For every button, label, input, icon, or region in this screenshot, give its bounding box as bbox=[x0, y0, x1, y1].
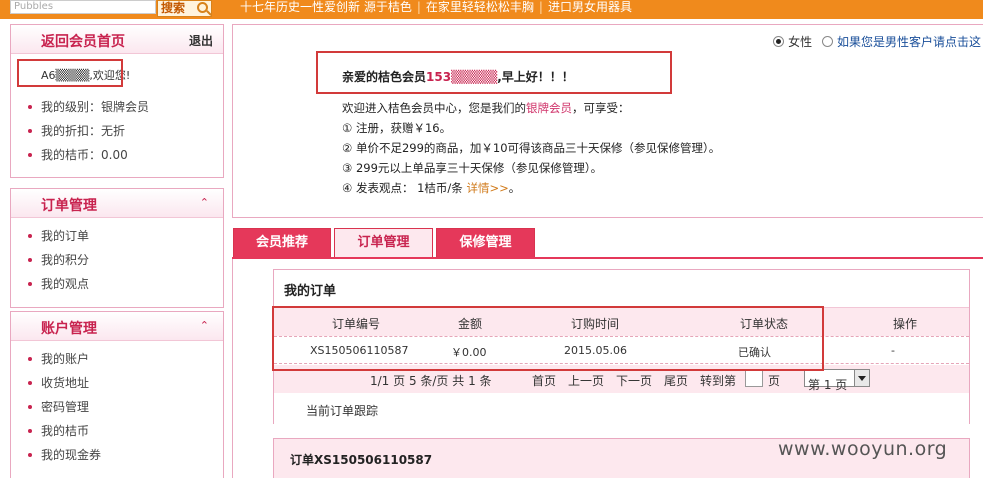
top-links: 十七年历史一性爱创新 源于桔色 | 在家里轻轻松松丰胸 | 进口男女用器具 bbox=[240, 0, 632, 14]
benefit-4-text: ④ 发表观点： 1桔币/条 bbox=[342, 181, 467, 195]
pager-unit: 页 bbox=[768, 374, 781, 388]
top-link-1[interactable]: 十七年历史一性爱创新 源于桔色 bbox=[240, 0, 412, 14]
sidebar-item-coupons[interactable]: 我的现金券 bbox=[28, 443, 223, 467]
page-select-value: 第 1 页 bbox=[808, 378, 848, 392]
account-section-title: 账户管理 bbox=[41, 321, 97, 337]
order-tracking-label: 当前订单跟踪 bbox=[306, 404, 379, 418]
benefit-2: ② 单价不足299的商品，加￥10可得该商品三十天保修（参见保修管理）。 bbox=[342, 141, 721, 155]
col-action: 操作 bbox=[893, 317, 918, 331]
pager-prev[interactable]: 上一页 bbox=[568, 372, 604, 389]
sidebar-orders-panel: 订单管理 ⌃ 我的订单 我的积分 我的观点 bbox=[10, 188, 224, 308]
cell-action: - bbox=[891, 344, 895, 357]
tab-member-recommend[interactable]: 会员推荐 bbox=[233, 228, 331, 258]
sidebar-item-password[interactable]: 密码管理 bbox=[28, 395, 223, 419]
my-orders-title: 我的订单 bbox=[284, 284, 337, 299]
orders-section-title: 订单管理 bbox=[41, 198, 97, 214]
member-level: 我的级别：银牌会员 bbox=[27, 95, 149, 119]
sidebar-item-my-orders[interactable]: 我的订单 bbox=[28, 224, 223, 248]
search-button-label: 搜索 bbox=[161, 1, 186, 15]
intro-suffix: ，可享受： bbox=[572, 101, 630, 115]
highlight-greeting bbox=[316, 51, 672, 94]
tab-warranty-management[interactable]: 保修管理 bbox=[436, 228, 535, 258]
highlight-account bbox=[17, 59, 123, 87]
account-menu: 我的账户 收货地址 密码管理 我的桔币 我的现金券 bbox=[11, 341, 223, 467]
pager-summary: 1/1 页 5 条/页 共 1 条 bbox=[370, 374, 492, 388]
collapse-icon[interactable]: ⌃ bbox=[200, 319, 209, 332]
pager-goto-label: 转到第 bbox=[700, 374, 737, 388]
benefit-4-end: 。 bbox=[508, 181, 521, 195]
male-link[interactable]: 如果您是男性客户请点击这 bbox=[837, 35, 981, 49]
watermark: www.wooyun.org bbox=[778, 438, 948, 460]
sidebar-account-header[interactable]: 账户管理 ⌃ bbox=[11, 312, 223, 341]
orders-menu: 我的订单 我的积分 我的观点 bbox=[11, 218, 223, 296]
details-link[interactable]: 详情>> bbox=[466, 181, 508, 195]
search-button[interactable]: 搜索 bbox=[157, 0, 212, 17]
sidebar-orders-header[interactable]: 订单管理 ⌃ bbox=[11, 189, 223, 218]
sidebar-item-address[interactable]: 收货地址 bbox=[28, 371, 223, 395]
pager-last[interactable]: 尾页 bbox=[664, 372, 688, 389]
sidebar-item-my-account[interactable]: 我的账户 bbox=[28, 347, 223, 371]
top-link-3[interactable]: 进口男女用器具 bbox=[548, 0, 632, 14]
search-input[interactable]: Pubbles bbox=[10, 0, 156, 14]
logout-link[interactable]: 退出 bbox=[189, 32, 213, 49]
collapse-icon[interactable]: ⌃ bbox=[200, 196, 209, 209]
member-level-link[interactable]: 银牌会员 bbox=[526, 101, 572, 115]
pager-first[interactable]: 首页 bbox=[532, 372, 556, 389]
female-radio[interactable] bbox=[773, 36, 785, 47]
page-number-input[interactable] bbox=[745, 369, 763, 387]
member-info-list: 我的级别：银牌会员 我的折扣：无折 我的桔币：0.00 bbox=[11, 89, 149, 167]
sidebar-account-panel: 账户管理 ⌃ 我的账户 收货地址 密码管理 我的桔币 我的现金券 bbox=[10, 311, 224, 478]
pager-next[interactable]: 下一页 bbox=[616, 372, 652, 389]
member-discount: 我的折扣：无折 bbox=[27, 119, 149, 143]
member-coins: 我的桔币：0.00 bbox=[27, 143, 149, 167]
sidebar-item-my-points[interactable]: 我的积分 bbox=[28, 248, 223, 272]
benefit-1: ① 注册，获赠￥16。 bbox=[342, 121, 452, 135]
order-detail-title: 订单XS150506110587 bbox=[290, 453, 433, 467]
top-bar: Pubbles 搜索 十七年历史一性爱创新 源于桔色 | 在家里轻轻松松丰胸 | 进口男… bbox=[0, 0, 983, 19]
highlight-order-row bbox=[272, 306, 824, 371]
sidebar-item-my-views[interactable]: 我的观点 bbox=[28, 272, 223, 296]
benefits-intro: 欢迎进入桔色会员中心，您是我们的银牌会员，可享受： ① 注册，获赠￥16。 ② … bbox=[342, 98, 720, 198]
search-icon bbox=[197, 2, 208, 13]
chevron-down-icon[interactable] bbox=[854, 370, 869, 386]
male-radio[interactable] bbox=[821, 36, 833, 47]
order-tracking-row: 当前订单跟踪 bbox=[274, 394, 969, 424]
sidebar-home-header: 返回会员首页 退出 bbox=[11, 25, 223, 54]
gender-selector: 女性 如果您是男性客户请点击这 bbox=[773, 33, 981, 50]
intro-prefix: 欢迎进入桔色会员中心，您是我们的 bbox=[342, 101, 526, 115]
sidebar-home-panel: 返回会员首页 退出 A6▒▒▒▒,欢迎您! 我的级别：银牌会员 我的折扣：无折 … bbox=[10, 24, 224, 178]
intro-line: 欢迎进入桔色会员中心，您是我们的银牌会员，可享受： bbox=[342, 98, 720, 118]
tab-order-management[interactable]: 订单管理 bbox=[334, 228, 433, 258]
page-select[interactable]: 第 1 页 bbox=[804, 369, 870, 392]
benefit-3: ③ 299元以上单品享三十天保修（参见保修管理）。 bbox=[342, 161, 603, 175]
female-label: 女性 bbox=[788, 35, 813, 49]
top-link-2[interactable]: 在家里轻轻松松丰胸 bbox=[426, 0, 534, 14]
sidebar-item-my-coins[interactable]: 我的桔币 bbox=[28, 419, 223, 443]
benefit-4: ④ 发表观点： 1桔币/条 详情>>。 bbox=[342, 178, 720, 198]
return-home-link[interactable]: 返回会员首页 bbox=[41, 31, 125, 51]
